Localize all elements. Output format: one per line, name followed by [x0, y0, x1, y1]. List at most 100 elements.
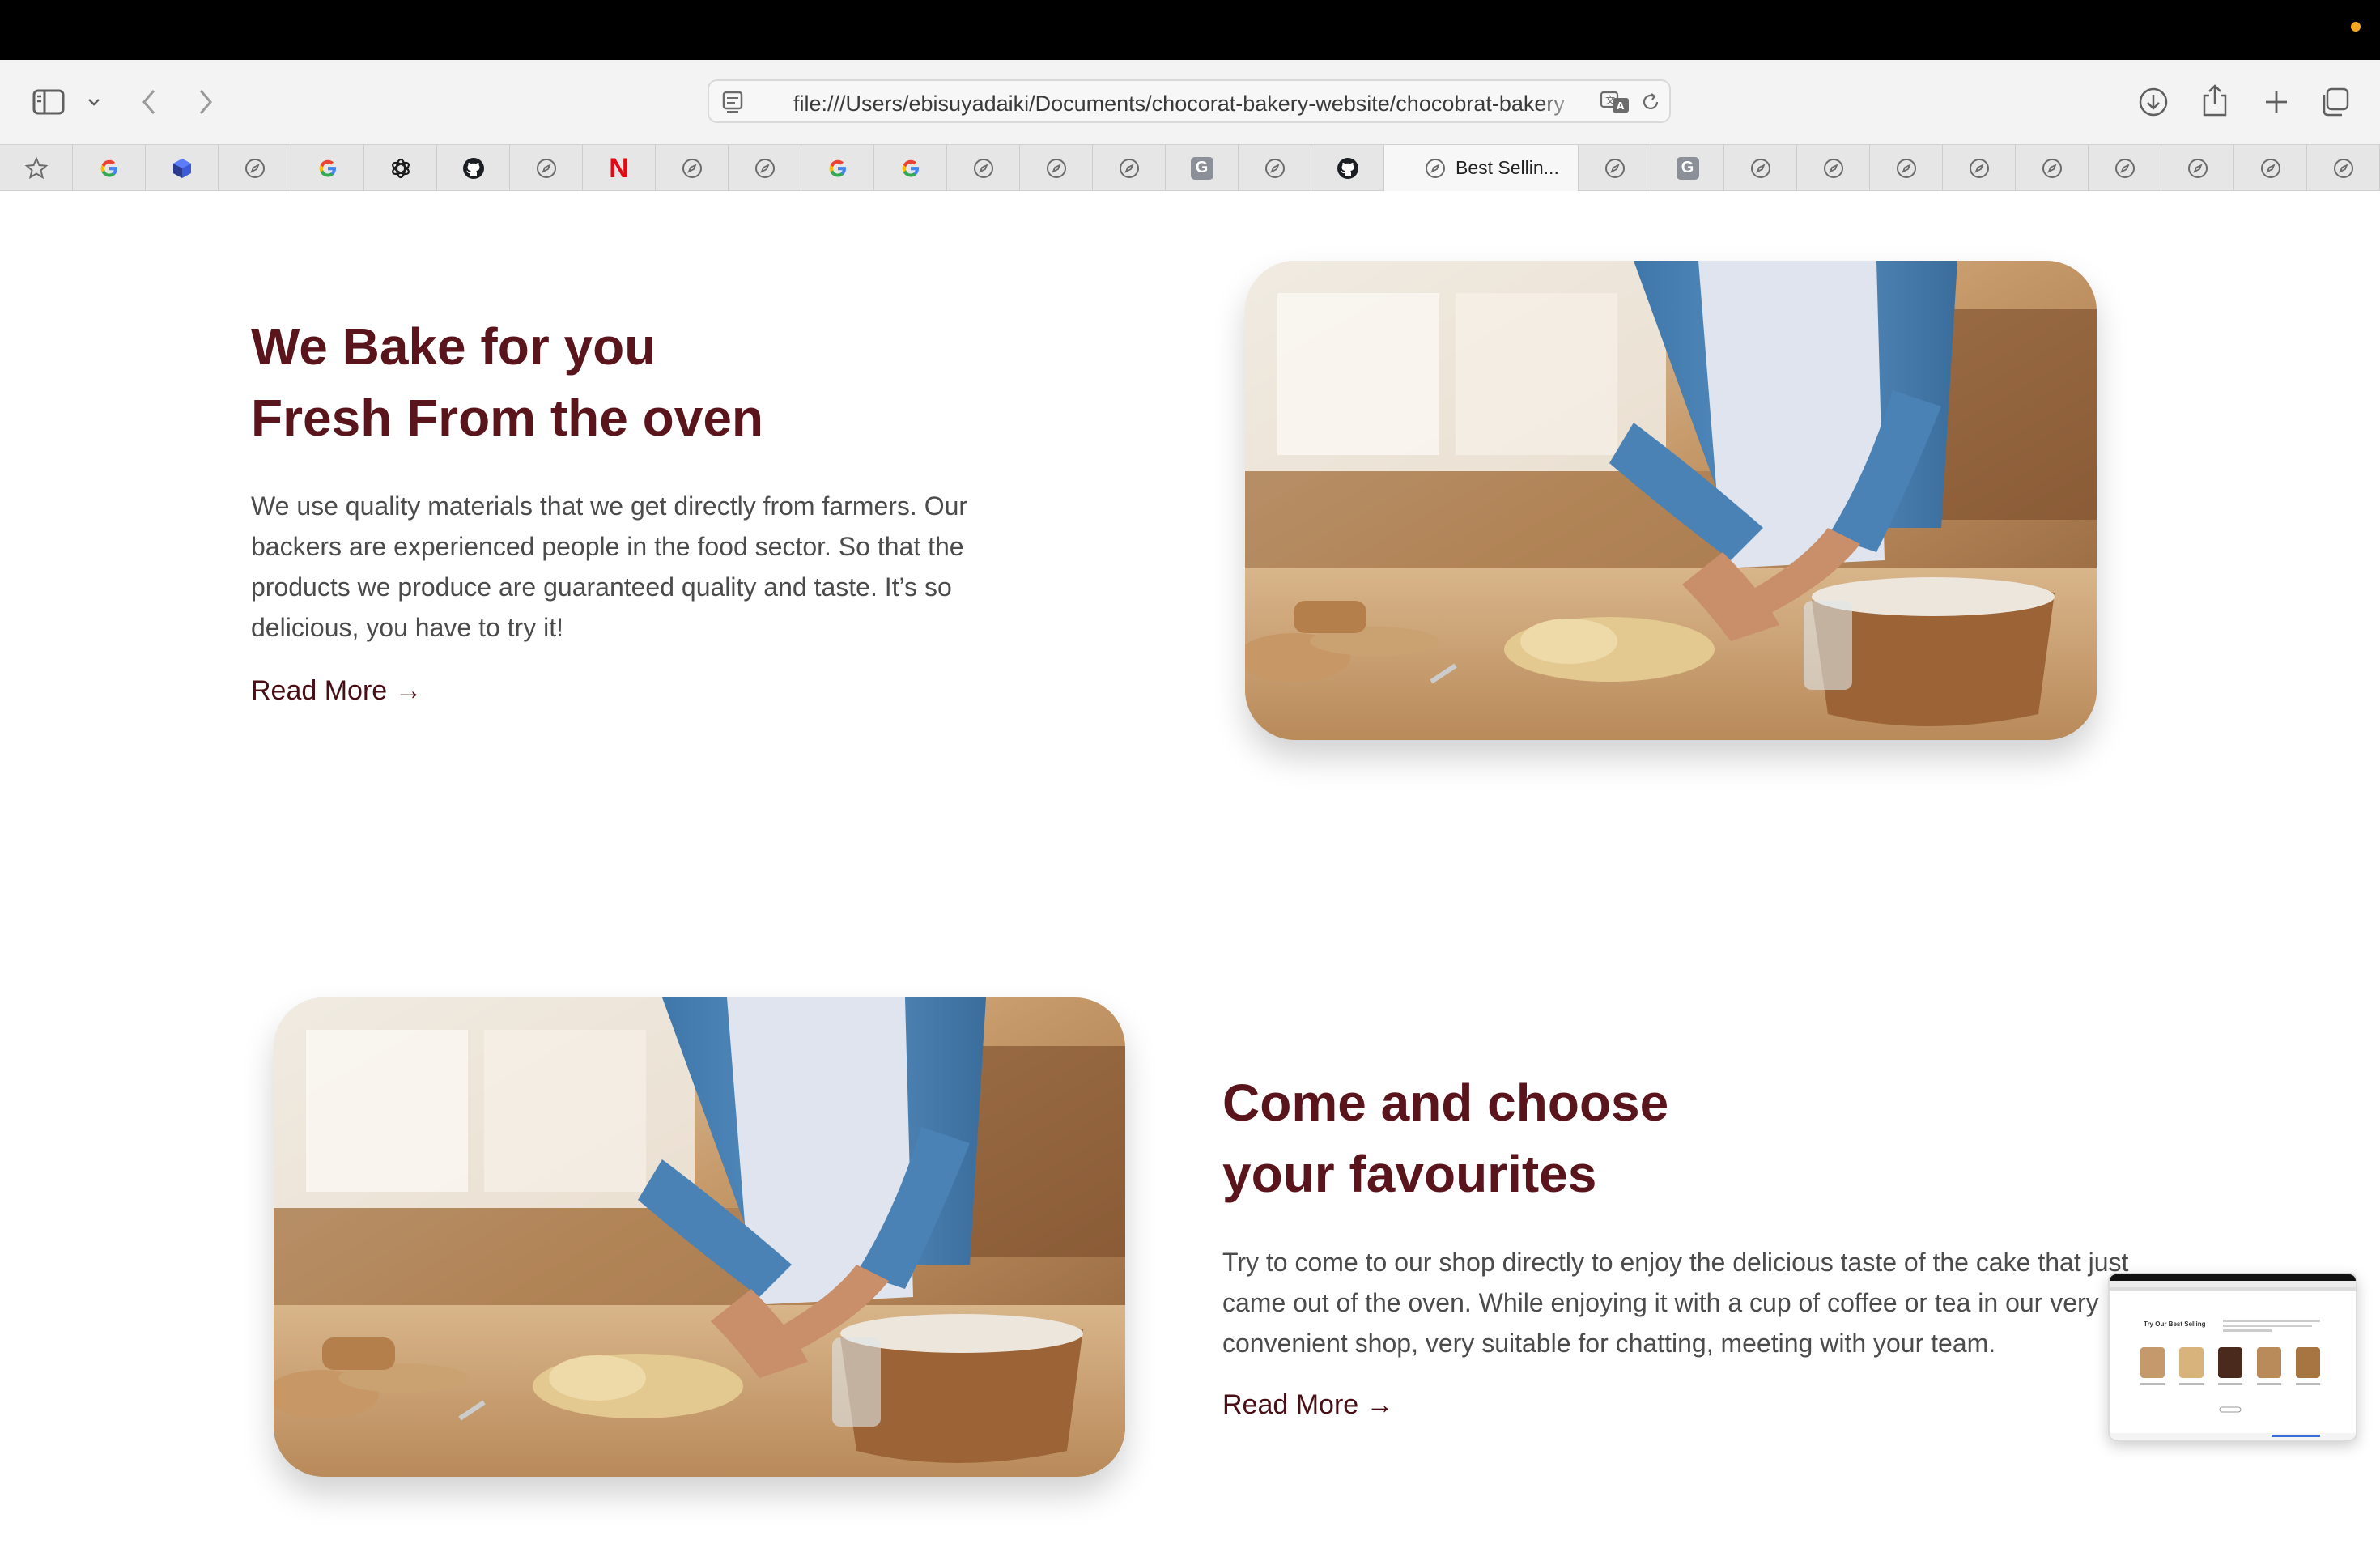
- github-icon: [461, 156, 486, 181]
- compass-icon: [1264, 158, 1286, 179]
- svg-text:A: A: [1617, 100, 1625, 112]
- section2-read-more-link[interactable]: Read More →: [1222, 1389, 1394, 1421]
- paragraph-line: backers are experienced people in the fo…: [251, 532, 964, 561]
- share-icon[interactable]: [2197, 81, 2233, 120]
- google-icon: [827, 157, 849, 180]
- section1-read-more-link[interactable]: Read More →: [251, 675, 423, 707]
- svg-text:文: 文: [1605, 94, 1615, 106]
- page-menu-icon[interactable]: [720, 89, 746, 115]
- section2-heading: Come and choose your favourites: [1222, 1067, 2113, 1210]
- compass-icon: [1425, 158, 1446, 179]
- tab-overview-icon[interactable]: [2317, 84, 2352, 120]
- compass-icon: [2187, 158, 2208, 179]
- github-icon: [1336, 156, 1360, 181]
- compass-icon: [1119, 158, 1140, 179]
- reload-icon[interactable]: [1638, 90, 1663, 114]
- cube-icon: [170, 156, 194, 181]
- compass-icon: [973, 158, 994, 179]
- compass-icon: [682, 158, 703, 179]
- tab[interactable]: [1724, 145, 1797, 191]
- netflix-icon: N: [609, 152, 629, 184]
- new-tab-icon[interactable]: [2259, 84, 2294, 120]
- tab[interactable]: [2016, 145, 2089, 191]
- tab[interactable]: [1093, 145, 1166, 191]
- tab[interactable]: [0, 145, 73, 191]
- sidebar-toggle-icon[interactable]: [31, 86, 66, 118]
- tab[interactable]: [2307, 145, 2380, 191]
- google-icon: [899, 157, 922, 180]
- tab[interactable]: [364, 145, 437, 191]
- compass-icon: [1896, 158, 1917, 179]
- back-icon[interactable]: [136, 84, 162, 120]
- tab[interactable]: [2089, 145, 2161, 191]
- tab-bar: N G Best Sellin... G: [0, 144, 2380, 191]
- tab[interactable]: [1311, 145, 1384, 191]
- compass-icon: [244, 158, 266, 179]
- openai-icon: [389, 156, 413, 181]
- tab[interactable]: [729, 145, 801, 191]
- grammarly-icon: G: [1190, 156, 1213, 180]
- tab[interactable]: N: [583, 145, 656, 191]
- tab[interactable]: G: [1166, 145, 1239, 191]
- tab[interactable]: [2161, 145, 2234, 191]
- compass-icon: [1046, 158, 1067, 179]
- tab[interactable]: [291, 145, 364, 191]
- thumbnail-title: Try Our Best Selling: [2144, 1320, 2206, 1328]
- tab[interactable]: [1797, 145, 1870, 191]
- paragraph-line: We use quality materials that we get dir…: [251, 491, 968, 521]
- section1-heading-line2: Fresh From the oven: [251, 389, 763, 447]
- baker-kneading-photo: [1245, 261, 2097, 740]
- compass-icon: [2260, 158, 2281, 179]
- compass-icon: [1969, 158, 1990, 179]
- compass-icon: [2042, 158, 2063, 179]
- recording-indicator: [2351, 22, 2361, 32]
- section2-heading-line1: Come and choose: [1222, 1074, 1669, 1132]
- section1-heading: We Bake for you Fresh From the oven: [251, 311, 1141, 453]
- tab[interactable]: [1870, 145, 1943, 191]
- tab[interactable]: [219, 145, 291, 191]
- chevron-down-icon[interactable]: [84, 92, 104, 112]
- tab[interactable]: [146, 145, 219, 191]
- compass-icon: [2114, 158, 2136, 179]
- compass-icon: [1823, 158, 1844, 179]
- tab[interactable]: G: [1651, 145, 1724, 191]
- section1-paragraph: We use quality materials that we get dir…: [251, 486, 1222, 648]
- tab-title: Best Sellin...: [1456, 157, 1559, 178]
- tab[interactable]: [1239, 145, 1311, 191]
- baker-kneading-photo-2: [274, 997, 1125, 1477]
- tab[interactable]: [1020, 145, 1093, 191]
- tab[interactable]: [73, 145, 146, 191]
- downloads-icon[interactable]: [2136, 84, 2171, 120]
- tab[interactable]: [874, 145, 947, 191]
- web-page: We Bake for you Fresh From the oven We u…: [0, 191, 2380, 1548]
- tab[interactable]: [437, 145, 510, 191]
- section1-heading-line1: We Bake for you: [251, 317, 657, 376]
- google-icon: [98, 157, 121, 180]
- address-bar[interactable]: file:///Users/ebisuyadaiki/Documents/cho…: [708, 79, 1671, 123]
- tab[interactable]: [510, 145, 583, 191]
- compass-icon: [1750, 158, 1771, 179]
- section2-heading-line2: your favourites: [1222, 1145, 1597, 1203]
- compass-icon: [2333, 158, 2354, 179]
- system-menu-bar: [0, 0, 2380, 60]
- tab-active[interactable]: Best Sellin...: [1384, 145, 1579, 191]
- compass-icon: [536, 158, 557, 179]
- url-text[interactable]: file:///Users/ebisuyadaiki/Documents/cho…: [793, 91, 1587, 117]
- grammarly-icon: G: [1676, 156, 1699, 180]
- browser-toolbar: file:///Users/ebisuyadaiki/Documents/cho…: [0, 60, 2380, 144]
- translate-icon[interactable]: 文A: [1600, 89, 1632, 115]
- paragraph-line: products we produce are guaranteed quali…: [251, 572, 952, 602]
- paragraph-line: delicious, you have to try it!: [251, 613, 563, 642]
- google-icon: [317, 157, 339, 180]
- compass-icon: [1604, 158, 1626, 179]
- tab[interactable]: [656, 145, 729, 191]
- compass-icon: [754, 158, 776, 179]
- tab[interactable]: [947, 145, 1020, 191]
- tab[interactable]: [1943, 145, 2016, 191]
- forward-icon[interactable]: [193, 84, 219, 120]
- tab[interactable]: [2234, 145, 2307, 191]
- star-icon: [24, 156, 49, 181]
- tab[interactable]: [1579, 145, 1651, 191]
- tab[interactable]: [801, 145, 874, 191]
- screenshot-thumbnail[interactable]: Try Our Best Selling: [2108, 1273, 2357, 1441]
